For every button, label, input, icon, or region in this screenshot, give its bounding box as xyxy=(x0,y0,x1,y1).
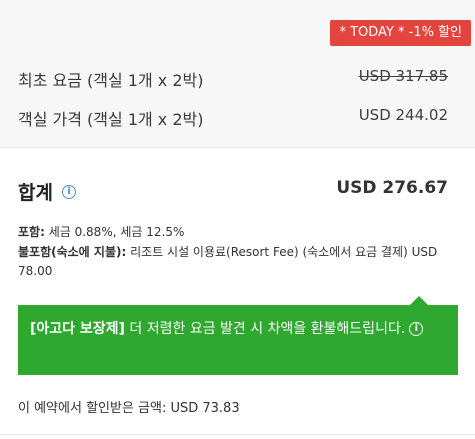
excluded-fees: 불포함(숙소에 지불): 리조트 시설 이용료(Resort Fee) (숙소에… xyxy=(18,243,458,281)
room-price-label: 객실 가격 (객실 1개 x 2박) xyxy=(18,110,204,129)
guarantee-text: 더 저렴한 요금 발견 시 차액을 환불해드립니다. xyxy=(124,321,406,337)
divider xyxy=(0,434,475,435)
included-text: 세금 0.88%, 세금 12.5% xyxy=(44,225,185,239)
price-guarantee-banner[interactable]: [아고다 보장제] 더 저렴한 요금 발견 시 차액을 환불해드립니다. i xyxy=(18,305,458,375)
total-label: 합계 xyxy=(18,182,53,204)
room-price-row: 객실 가격 (객실 1개 x 2박) USD 244.02 xyxy=(18,106,448,130)
included-label: 포함: xyxy=(18,225,45,239)
original-rate-label: 최초 요금 (객실 1개 x 2박) xyxy=(18,71,204,90)
original-rate-row: 최초 요금 (객실 1개 x 2박) USD 317.85 xyxy=(18,67,448,91)
total-heading: 합계 i xyxy=(18,178,76,205)
info-icon[interactable]: i xyxy=(61,184,76,199)
excluded-label: 불포함(숙소에 지불): xyxy=(18,245,127,259)
total-price: USD 276.67 xyxy=(336,178,448,198)
callout-arrow xyxy=(410,296,428,305)
included-taxes: 포함: 세금 0.88%, 세금 12.5% xyxy=(18,223,458,242)
room-price-value: USD 244.02 xyxy=(358,106,448,124)
guarantee-title: [아고다 보장제] xyxy=(30,321,125,337)
original-rate-price: USD 317.85 xyxy=(358,67,448,85)
discount-badge: * TODAY * -1% 할인 xyxy=(330,20,471,46)
savings-amount: 이 예약에서 할인받은 금액: USD 73.83 xyxy=(18,401,240,416)
info-icon[interactable]: i xyxy=(409,322,424,336)
